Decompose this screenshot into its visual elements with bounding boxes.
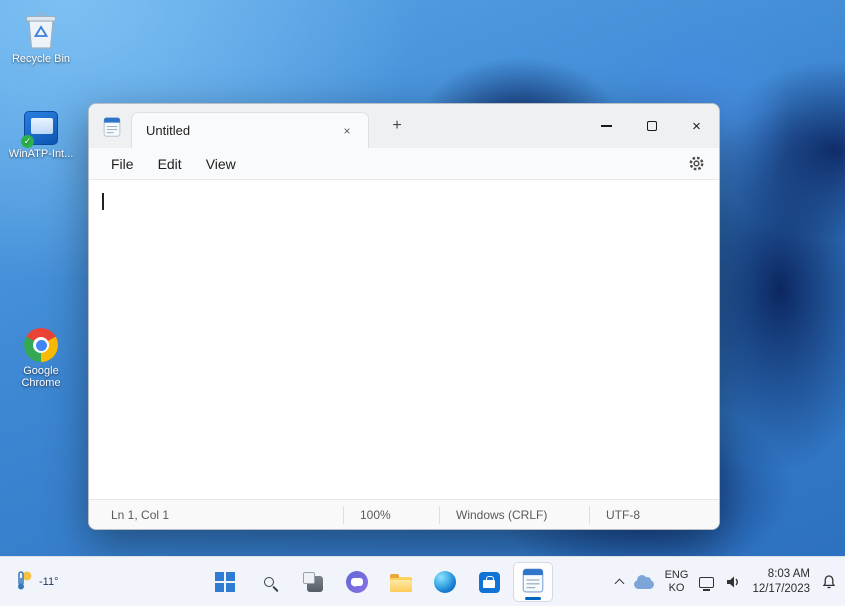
tab-close-button[interactable]: × <box>336 120 358 142</box>
status-line-ending: Windows (CRLF) <box>439 505 589 524</box>
start-button[interactable] <box>205 562 245 602</box>
desktop-icon-label: Recycle Bin <box>11 53 71 65</box>
notification-bell-icon[interactable] <box>821 574 837 590</box>
chat-icon <box>346 571 368 593</box>
text-caret <box>102 193 104 210</box>
task-view-icon <box>303 572 323 592</box>
tray-date: 12/17/2023 <box>752 583 810 595</box>
desktop-wallpaper: Recycle Bin WinATP-Int... Google Chrome … <box>0 0 845 606</box>
menu-file[interactable]: File <box>99 151 146 177</box>
status-encoding: UTF-8 <box>589 505 719 524</box>
close-icon: × <box>692 117 701 135</box>
desktop-icon-label: WinATP-Int... <box>8 148 74 160</box>
file-explorer-icon <box>390 573 412 592</box>
clock[interactable]: 8:03 AM 12/17/2023 <box>752 567 810 597</box>
notepad-taskbar-button[interactable] <box>513 562 553 602</box>
microsoft-store-icon <box>478 571 500 593</box>
tray-chevron-up-icon[interactable] <box>614 578 625 589</box>
settings-gear-icon[interactable] <box>688 155 705 172</box>
close-button[interactable]: × <box>674 104 719 148</box>
notepad-tab-strip: Untitled × + × <box>89 104 719 148</box>
notepad-window: Untitled × + × File Edit View Ln 1, Col … <box>88 103 720 530</box>
active-app-indicator <box>525 597 541 600</box>
volume-icon[interactable] <box>725 575 741 589</box>
weather-widget[interactable]: -11° <box>8 557 64 606</box>
desktop-icon-label: Google Chrome <box>21 365 61 389</box>
network-icon[interactable] <box>699 576 715 591</box>
weather-temperature: -11° <box>39 576 59 588</box>
system-tray: ENG KO 8:03 AM 12/17/2023 <box>614 557 837 606</box>
file-explorer-button[interactable] <box>381 562 421 602</box>
notepad-menu-bar: File Edit View <box>89 148 719 180</box>
language-indicator[interactable]: ENG KO <box>665 569 689 594</box>
edge-icon <box>434 571 456 593</box>
minimize-button[interactable] <box>584 104 629 148</box>
tab-title: Untitled <box>146 123 191 138</box>
status-zoom-level: 100% <box>343 505 439 524</box>
notepad-status-bar: Ln 1, Col 1 100% Windows (CRLF) UTF-8 <box>89 499 719 529</box>
desktop-icon-chrome[interactable]: Google Chrome <box>4 320 78 389</box>
desktop-icon-recycle-bin[interactable]: Recycle Bin <box>4 8 78 65</box>
language-line2: KO <box>668 582 685 594</box>
new-tab-button[interactable]: + <box>383 112 411 140</box>
taskbar: -11° ENG KO 8:03 AM 12/17/2023 <box>0 556 845 606</box>
status-cursor-position: Ln 1, Col 1 <box>111 507 170 522</box>
taskbar-center-icons <box>205 562 553 602</box>
recycle-bin-icon <box>4 8 78 50</box>
weather-icon <box>14 569 34 596</box>
microsoft-store-button[interactable] <box>469 562 509 602</box>
search-icon <box>264 577 274 587</box>
desktop-icon-winatp[interactable]: WinATP-Int... <box>4 103 78 160</box>
notepad-app-icon <box>103 116 121 137</box>
edge-button[interactable] <box>425 562 465 602</box>
text-editor-area[interactable] <box>89 180 719 499</box>
windows-logo-icon <box>215 572 235 592</box>
tab-untitled[interactable]: Untitled × <box>131 112 369 148</box>
menu-edit[interactable]: Edit <box>146 151 194 177</box>
task-view-button[interactable] <box>293 562 333 602</box>
maximize-icon <box>646 121 657 131</box>
onedrive-icon[interactable] <box>633 574 654 589</box>
search-button[interactable] <box>249 562 289 602</box>
menu-view[interactable]: View <box>194 151 248 177</box>
chrome-icon <box>24 328 58 362</box>
language-line1: ENG <box>664 569 689 582</box>
tray-time: 8:03 AM <box>767 568 810 581</box>
maximize-button[interactable] <box>629 104 674 148</box>
notepad-icon <box>522 567 544 598</box>
winatp-icon <box>21 111 58 148</box>
chat-button[interactable] <box>337 562 377 602</box>
minimize-icon <box>601 125 612 127</box>
